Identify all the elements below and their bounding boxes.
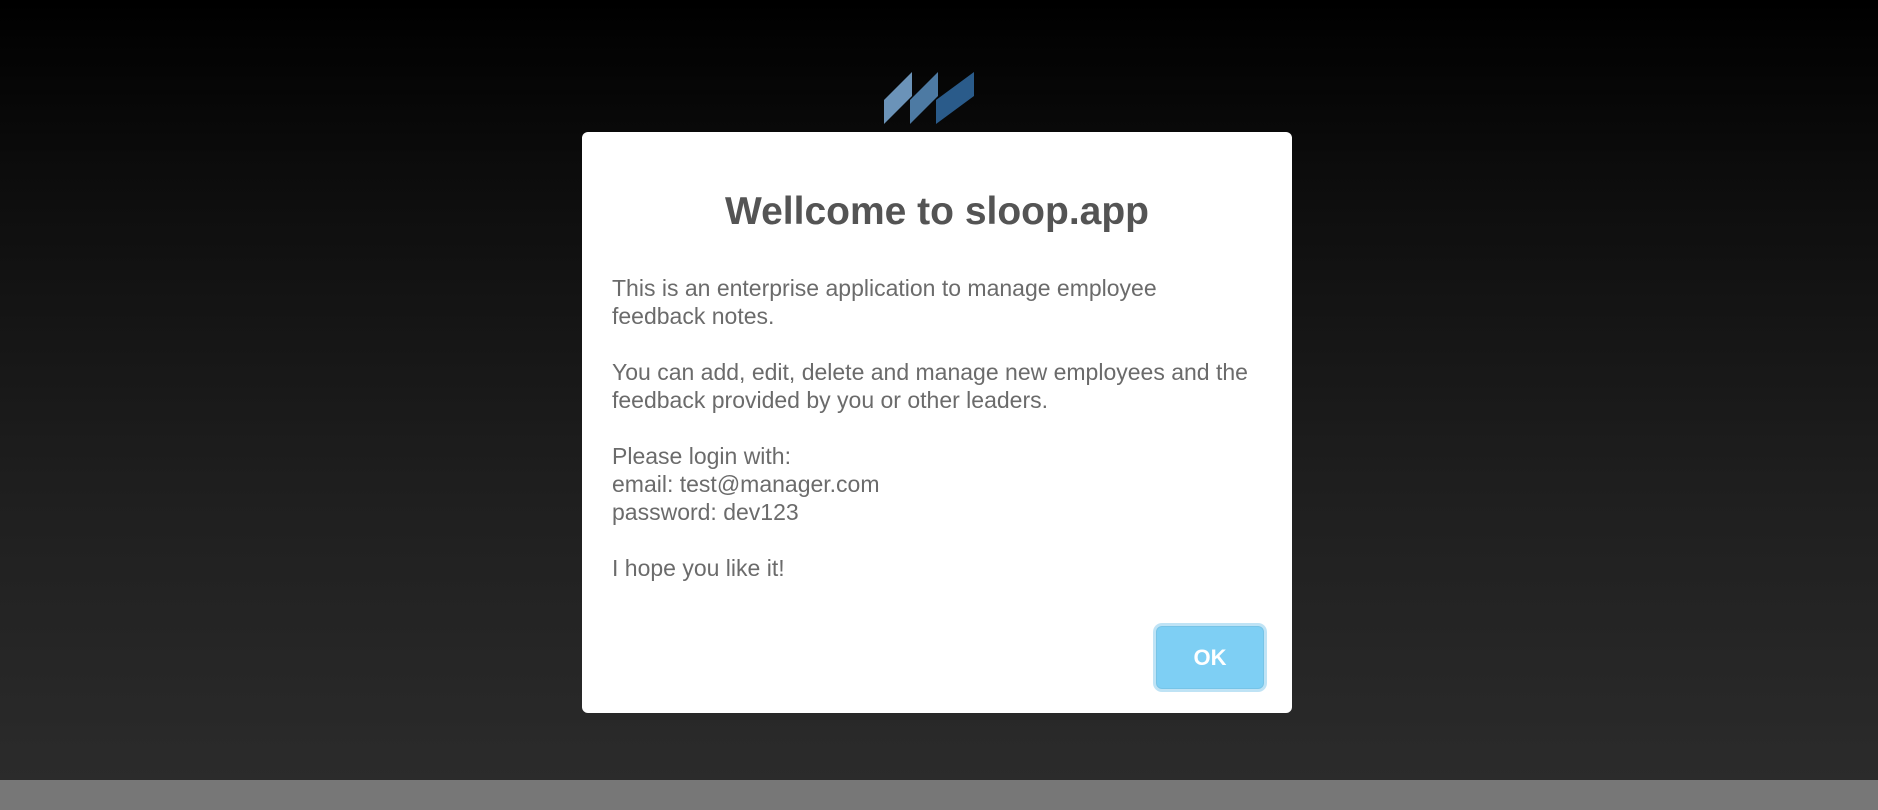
login-intro-text: Please login with:	[612, 443, 791, 469]
footer-bar	[0, 780, 1878, 810]
intro-paragraph: This is an enterprise application to man…	[612, 275, 1157, 329]
welcome-dialog: Wellcome to sloop.app This is an enterpr…	[582, 132, 1292, 713]
page-background: Wellcome to sloop.app This is an enterpr…	[0, 0, 1878, 810]
dialog-body: This is an enterprise application to man…	[612, 274, 1252, 610]
login-password-text: password: dev123	[612, 499, 799, 525]
login-instructions: Please login with: email: test@manager.c…	[612, 442, 1252, 526]
ok-button[interactable]: OK	[1156, 626, 1264, 689]
closing-text: I hope you like it!	[612, 555, 785, 581]
login-email-text: email: test@manager.com	[612, 471, 880, 497]
sloop-logo-icon	[884, 72, 974, 124]
dialog-title: Wellcome to sloop.app	[725, 190, 1149, 233]
features-paragraph: You can add, edit, delete and manage new…	[612, 359, 1248, 413]
